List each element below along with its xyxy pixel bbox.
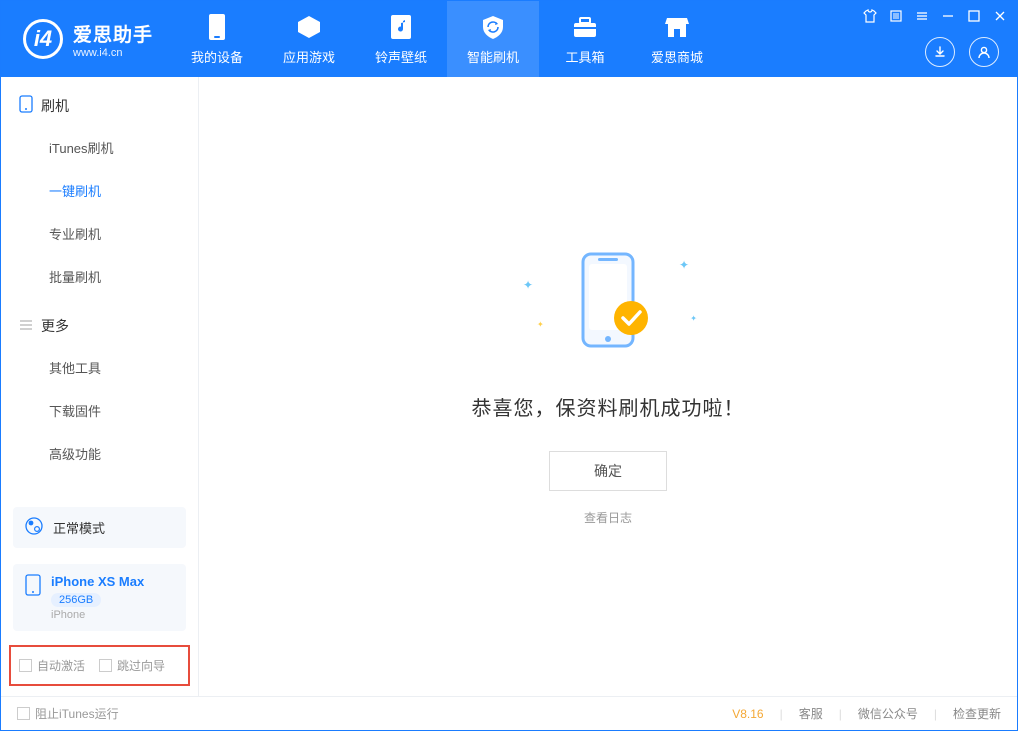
link-support[interactable]: 客服 [799, 705, 823, 722]
sparkle-icon: ✦ [690, 314, 697, 323]
checkbox-skip-guide[interactable]: 跳过向导 [99, 657, 165, 674]
app-window: i4 爱思助手 www.i4.cn 我的设备 应用游戏 铃声壁纸 智能刷机 [0, 0, 1018, 731]
checkbox-highlight-box: 自动激活 跳过向导 [9, 645, 190, 686]
nav-label: 智能刷机 [467, 47, 519, 66]
section-title-flash: 刷机 [1, 77, 198, 126]
checkbox-auto-activate[interactable]: 自动激活 [19, 657, 85, 674]
phone-success-icon [553, 248, 663, 358]
main-content: ✦ ✦ ✦ ✦ 恭喜您，保资料刷机成功啦！ 确定 查看日志 [199, 77, 1017, 696]
sparkle-icon: ✦ [679, 258, 689, 272]
device-name: iPhone XS Max [51, 574, 144, 589]
statusbar-right: V8.16 | 客服 | 微信公众号 | 检查更新 [732, 705, 1001, 722]
link-wechat[interactable]: 微信公众号 [858, 705, 918, 722]
hamburger-icon[interactable] [915, 9, 929, 28]
refresh-shield-icon [479, 13, 507, 41]
user-button[interactable] [969, 37, 999, 67]
menu-icon[interactable] [889, 9, 903, 28]
list-icon [19, 318, 33, 335]
nav-tab-device[interactable]: 我的设备 [171, 1, 263, 77]
section-label: 刷机 [41, 96, 69, 116]
sparkle-icon: ✦ [537, 320, 544, 329]
body-area: 刷机 iTunes刷机 一键刷机 专业刷机 批量刷机 更多 其他工具 下载固件 … [1, 77, 1017, 696]
nav-tab-apps[interactable]: 应用游戏 [263, 1, 355, 77]
device-card[interactable]: iPhone XS Max 256GB iPhone [13, 564, 186, 631]
version-label: V8.16 [732, 707, 763, 721]
window-controls [863, 9, 1007, 28]
section-title-more: 更多 [1, 298, 198, 346]
nav-label: 铃声壁纸 [375, 47, 427, 66]
more-items: 其他工具 下载固件 高级功能 [1, 346, 198, 475]
view-log-link[interactable]: 查看日志 [584, 509, 632, 526]
phone-small-icon [19, 95, 33, 116]
checkbox-label: 自动激活 [37, 657, 85, 674]
statusbar: 阻止iTunes运行 V8.16 | 客服 | 微信公众号 | 检查更新 [1, 696, 1017, 730]
nav-label: 爱思商城 [651, 47, 703, 66]
logo-text: 爱思助手 www.i4.cn [73, 20, 153, 59]
checkbox-label: 跳过向导 [117, 657, 165, 674]
nav-label: 工具箱 [566, 47, 605, 66]
success-message: 恭喜您，保资料刷机成功啦！ [472, 392, 745, 421]
minimize-button[interactable] [941, 9, 955, 28]
device-info: iPhone XS Max 256GB iPhone [51, 574, 144, 621]
checkbox-icon [19, 659, 32, 672]
nav-tab-flash[interactable]: 智能刷机 [447, 1, 539, 77]
flash-items: iTunes刷机 一键刷机 专业刷机 批量刷机 [1, 126, 198, 298]
ok-button[interactable]: 确定 [549, 451, 667, 491]
mode-label: 正常模式 [53, 518, 105, 537]
device-type: iPhone [51, 609, 144, 621]
sparkle-icon: ✦ [523, 278, 533, 292]
nav-tab-toolbox[interactable]: 工具箱 [539, 1, 631, 77]
checkbox-label: 阻止iTunes运行 [35, 705, 119, 722]
mode-card[interactable]: 正常模式 [13, 507, 186, 548]
store-icon [663, 13, 691, 41]
phone-icon [203, 13, 231, 41]
maximize-button[interactable] [967, 9, 981, 28]
toolbox-icon [571, 13, 599, 41]
header-right-icons [925, 37, 999, 67]
nav-label: 我的设备 [191, 47, 243, 66]
close-button[interactable] [993, 9, 1007, 28]
checkbox-icon [99, 659, 112, 672]
app-url: www.i4.cn [73, 47, 153, 59]
logo-icon: i4 [23, 19, 63, 59]
cube-icon [295, 13, 323, 41]
sidebar-item-other-tools[interactable]: 其他工具 [49, 346, 198, 389]
nav-label: 应用游戏 [283, 47, 335, 66]
checkbox-block-itunes[interactable]: 阻止iTunes运行 [17, 705, 119, 722]
music-file-icon [387, 13, 415, 41]
nav-tabs: 我的设备 应用游戏 铃声壁纸 智能刷机 工具箱 爱思商城 [171, 1, 723, 77]
checkbox-icon [17, 707, 30, 720]
section-label: 更多 [41, 316, 69, 336]
download-button[interactable] [925, 37, 955, 67]
nav-tab-store[interactable]: 爱思商城 [631, 1, 723, 77]
sidebar-item-oneclick-flash[interactable]: 一键刷机 [49, 169, 198, 212]
sidebar: 刷机 iTunes刷机 一键刷机 专业刷机 批量刷机 更多 其他工具 下载固件 … [1, 77, 199, 696]
nav-tab-ringtones[interactable]: 铃声壁纸 [355, 1, 447, 77]
device-icon [25, 574, 41, 599]
device-capacity: 256GB [51, 593, 101, 607]
sidebar-item-batch-flash[interactable]: 批量刷机 [49, 255, 198, 298]
sidebar-item-itunes-flash[interactable]: iTunes刷机 [49, 126, 198, 169]
success-illustration: ✦ ✦ ✦ ✦ [553, 248, 663, 358]
titlebar: i4 爱思助手 www.i4.cn 我的设备 应用游戏 铃声壁纸 智能刷机 [1, 1, 1017, 77]
tshirt-icon[interactable] [863, 9, 877, 28]
logo-block: i4 爱思助手 www.i4.cn [1, 1, 171, 77]
sidebar-item-advanced[interactable]: 高级功能 [49, 432, 198, 475]
link-check-update[interactable]: 检查更新 [953, 705, 1001, 722]
mode-icon [25, 517, 43, 538]
sidebar-item-download-firmware[interactable]: 下载固件 [49, 389, 198, 432]
app-name: 爱思助手 [73, 20, 153, 47]
sidebar-item-pro-flash[interactable]: 专业刷机 [49, 212, 198, 255]
